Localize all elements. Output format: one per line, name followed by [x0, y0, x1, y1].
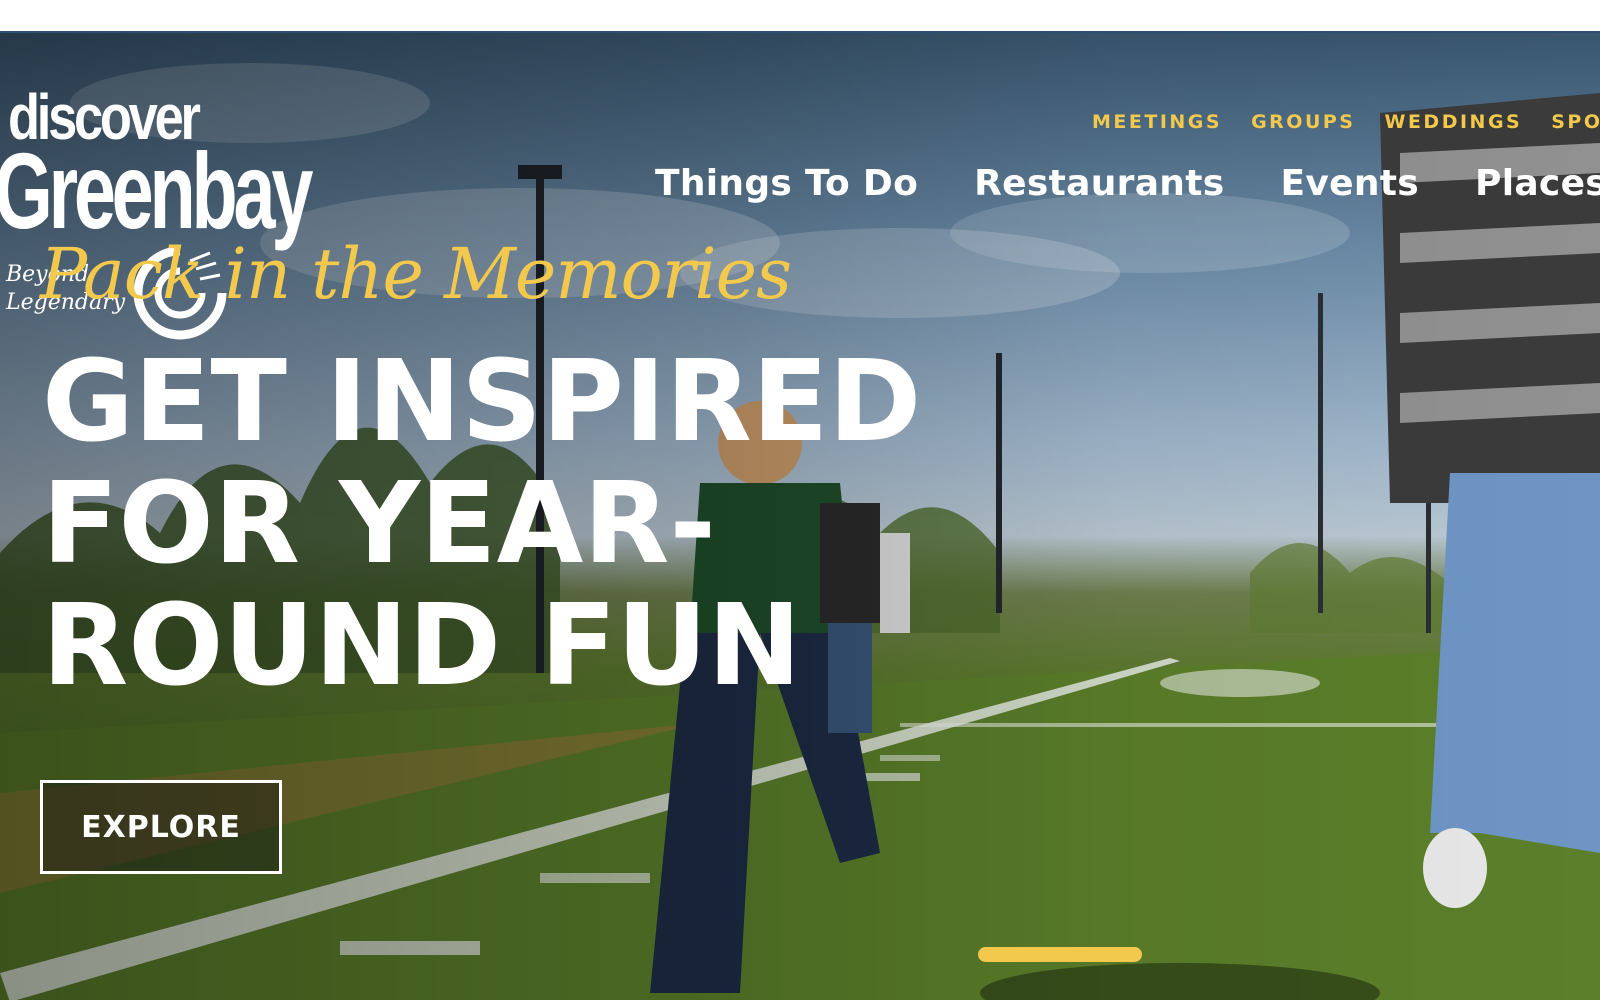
nav-link-things-to-do[interactable]: Things To Do [655, 163, 918, 204]
hero-banner: discover Greenbay Beyond Legendary MEETI… [0, 31, 1600, 1000]
main-nav: Things To Do Restaurants Events Places T [655, 163, 1600, 204]
explore-button[interactable]: EXPLORE [40, 780, 282, 874]
headline-line-3: ROUND FUN [42, 581, 802, 711]
logo-word-greenbay: Greenbay [0, 130, 313, 251]
nav-link-events[interactable]: Events [1280, 163, 1419, 204]
nav-link-sports[interactable]: SPO [1551, 111, 1600, 133]
utility-nav: MEETINGS GROUPS WEDDINGS SPO [1092, 111, 1600, 133]
hero-headline: GET INSPIRED FOR YEAR- ROUND FUN [42, 341, 1022, 707]
headline-line-2: FOR YEAR- [42, 459, 716, 589]
nav-link-weddings[interactable]: WEDDINGS [1385, 111, 1523, 133]
hero-script-tagline: Pack in the Memories [40, 233, 792, 315]
browser-top-strip [0, 0, 1600, 31]
nav-link-restaurants[interactable]: Restaurants [974, 163, 1224, 204]
slider-indicator-active[interactable] [978, 947, 1142, 962]
nav-link-meetings[interactable]: MEETINGS [1092, 111, 1222, 133]
nav-link-groups[interactable]: GROUPS [1251, 111, 1355, 133]
headline-line-1: GET INSPIRED [42, 337, 922, 467]
nav-link-places-to-stay[interactable]: Places T [1475, 163, 1600, 204]
